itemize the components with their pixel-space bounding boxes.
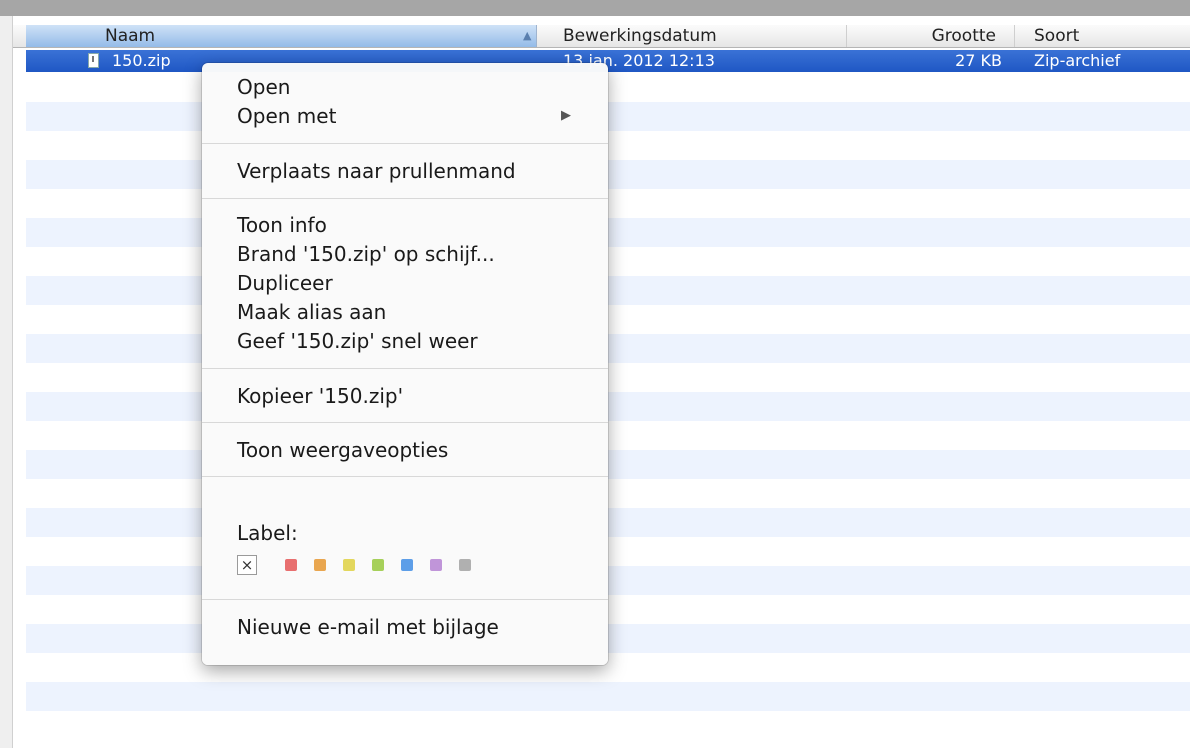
label-title: Label:	[237, 521, 298, 545]
file-name: 150.zip	[112, 51, 171, 70]
menu-item-view-options[interactable]: Toon weergaveopties	[237, 437, 448, 463]
window-top-bar	[0, 0, 1190, 16]
column-header: Naam ▲ Bewerkingsdatum Grootte Soort	[13, 25, 1190, 48]
finder-list-view: Naam ▲ Bewerkingsdatum Grootte Soort 150…	[13, 16, 1190, 748]
file-kind: Zip-archief	[1034, 51, 1121, 70]
column-header-size[interactable]: Grootte	[846, 25, 1015, 47]
empty-row	[26, 102, 1190, 131]
menu-item-open[interactable]: Open	[237, 74, 290, 100]
empty-row	[26, 276, 1190, 305]
menu-separator	[202, 599, 608, 600]
empty-row	[26, 508, 1190, 537]
label-blue-button[interactable]	[401, 559, 413, 571]
empty-row	[26, 566, 1190, 595]
label-green-button[interactable]	[372, 559, 384, 571]
column-date-label: Bewerkingsdatum	[563, 26, 717, 46]
menu-item-move-to-trash[interactable]: Verplaats naar prullenmand	[237, 158, 516, 184]
menu-separator	[202, 422, 608, 423]
sidebar-edge	[0, 16, 13, 748]
empty-row	[26, 682, 1190, 711]
file-size: 27 KB	[955, 51, 1002, 70]
menu-separator	[202, 143, 608, 144]
column-kind-label: Soort	[1034, 26, 1080, 46]
label-gray-button[interactable]	[459, 559, 471, 571]
sort-ascending-icon: ▲	[523, 29, 532, 42]
menu-separator	[202, 368, 608, 369]
menu-item-copy[interactable]: Kopieer '150.zip'	[237, 383, 403, 409]
menu-separator	[202, 476, 608, 477]
empty-row	[26, 392, 1190, 421]
empty-row	[26, 218, 1190, 247]
submenu-arrow-icon: ▶	[561, 108, 571, 123]
menu-separator	[202, 198, 608, 199]
menu-item-duplicate[interactable]: Dupliceer	[237, 270, 333, 296]
label-purple-button[interactable]	[430, 559, 442, 571]
menu-item-make-alias[interactable]: Maak alias aan	[237, 299, 386, 325]
menu-item-quick-look[interactable]: Geef '150.zip' snel weer	[237, 328, 478, 354]
zip-file-icon	[88, 53, 99, 68]
label-none-button[interactable]: ×	[237, 555, 257, 575]
label-yellow-button[interactable]	[343, 559, 355, 571]
empty-row	[26, 624, 1190, 653]
column-name-label: Naam	[105, 26, 156, 46]
file-row-selected[interactable]: 150.zip 13 jan. 2012 12:13 27 KB Zip-arc…	[26, 50, 1190, 72]
empty-row	[26, 450, 1190, 479]
empty-row	[26, 334, 1190, 363]
column-header-kind[interactable]: Soort	[1014, 25, 1190, 47]
label-orange-button[interactable]	[314, 559, 326, 571]
label-red-button[interactable]	[285, 559, 297, 571]
menu-item-burn[interactable]: Brand '150.zip' op schijf...	[237, 241, 495, 267]
menu-item-new-email[interactable]: Nieuwe e-mail met bijlage	[237, 614, 499, 640]
column-header-name[interactable]: Naam ▲	[26, 25, 537, 47]
column-size-label: Grootte	[931, 26, 996, 46]
context-menu: Open Open met ▶ Verplaats naar prullenma…	[202, 63, 608, 665]
menu-item-get-info[interactable]: Toon info	[237, 212, 327, 238]
menu-item-open-with[interactable]: Open met	[237, 103, 336, 129]
column-header-date[interactable]: Bewerkingsdatum	[536, 25, 847, 47]
empty-row	[26, 160, 1190, 189]
